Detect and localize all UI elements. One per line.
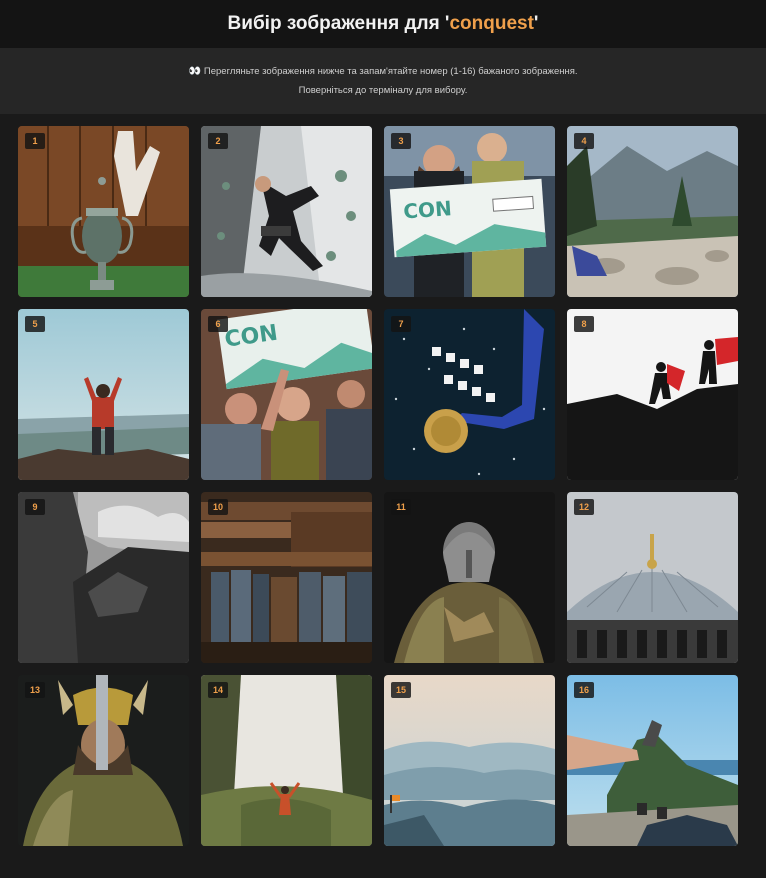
image-tile[interactable]: 9 bbox=[18, 492, 189, 663]
svg-text:CON: CON bbox=[403, 196, 453, 223]
image-tile[interactable]: 16 bbox=[567, 675, 738, 846]
image-number: 10 bbox=[208, 499, 228, 515]
image-number: 2 bbox=[208, 133, 228, 149]
eyes-icon: 👀 bbox=[188, 66, 200, 77]
image-number: 6 bbox=[208, 316, 228, 332]
image-number: 9 bbox=[25, 499, 45, 515]
image-number: 1 bbox=[25, 133, 45, 149]
image-tile[interactable]: 5 bbox=[18, 309, 189, 480]
misty-forest-image bbox=[201, 675, 372, 846]
image-tile[interactable]: 12 bbox=[567, 492, 738, 663]
cliff-view-image bbox=[567, 675, 738, 846]
page-title: Вибір зображення для ' conquest ' bbox=[0, 0, 766, 48]
image-tile[interactable]: 8 bbox=[567, 309, 738, 480]
trophy-image bbox=[18, 126, 189, 297]
image-tile[interactable]: 7 bbox=[384, 309, 555, 480]
image-tile[interactable]: 2 bbox=[201, 126, 372, 297]
old-books-image bbox=[201, 492, 372, 663]
image-number: 4 bbox=[574, 133, 594, 149]
image-number: 5 bbox=[25, 316, 45, 332]
image-tile[interactable]: 1 bbox=[18, 126, 189, 297]
image-number: 8 bbox=[574, 316, 594, 332]
itcon-team-image: CON bbox=[201, 309, 372, 480]
title-suffix: ' bbox=[533, 13, 539, 34]
image-number: 13 bbox=[25, 682, 45, 698]
image-tile[interactable]: CON 3 bbox=[384, 126, 555, 297]
viking-warrior-image bbox=[384, 492, 555, 663]
image-tile[interactable]: 15 bbox=[384, 675, 555, 846]
image-tile[interactable]: 14 bbox=[201, 675, 372, 846]
itcon-check-image: CON bbox=[384, 126, 555, 297]
viking-helmet-image bbox=[18, 675, 189, 846]
image-number: 3 bbox=[391, 133, 411, 149]
mosque-dome-image bbox=[567, 492, 738, 663]
instructions-panel: 👀 Перегляньте зображення нижче та запам'я… bbox=[0, 48, 766, 114]
instructions-line-2: Поверніться до терміналу для вибору. bbox=[298, 85, 468, 96]
flag-climbers-image bbox=[567, 309, 738, 480]
image-number: 15 bbox=[391, 682, 411, 698]
gold-medal-image bbox=[384, 309, 555, 480]
image-number: 14 bbox=[208, 682, 228, 698]
image-tile[interactable]: 11 bbox=[384, 492, 555, 663]
title-prefix: Вибір зображення для ' bbox=[227, 13, 450, 34]
rocky-mountain-image bbox=[18, 492, 189, 663]
image-tile[interactable]: 4 bbox=[567, 126, 738, 297]
title-keyword: conquest bbox=[449, 13, 534, 34]
man-on-summit-image bbox=[18, 309, 189, 480]
image-tile[interactable]: 10 bbox=[201, 492, 372, 663]
mountain-summit-image bbox=[567, 126, 738, 297]
misty-mountains-image bbox=[384, 675, 555, 846]
image-number: 16 bbox=[574, 682, 594, 698]
image-number: 11 bbox=[391, 499, 411, 515]
instructions-line-1: 👀 Перегляньте зображення нижче та запам'я… bbox=[188, 62, 577, 81]
image-tile[interactable]: CON 6 bbox=[201, 309, 372, 480]
image-number: 7 bbox=[391, 316, 411, 332]
image-grid: 1 2 CON 3 4 5 CON 6 7 8 9 10 11 12 13 14… bbox=[18, 126, 738, 846]
image-number: 12 bbox=[574, 499, 594, 515]
climbing-wall-image bbox=[201, 126, 372, 297]
image-tile[interactable]: 13 bbox=[18, 675, 189, 846]
instructions-text-1: Перегляньте зображення нижче та запам'ят… bbox=[203, 66, 578, 77]
